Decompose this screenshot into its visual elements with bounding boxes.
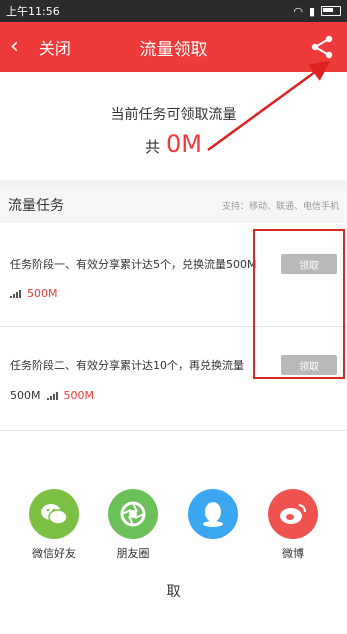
- share-qq[interactable]: [177, 489, 249, 545]
- qq-icon: [188, 489, 238, 539]
- reward-value: 500M: [27, 287, 58, 300]
- page-title: 流量领取: [139, 39, 208, 60]
- highlight-box: [253, 229, 345, 379]
- signal-icon: [10, 289, 21, 298]
- signal-icon: ▮: [308, 4, 315, 18]
- total-prefix: 共: [145, 138, 161, 156]
- status-bar: 上午11:56 ◠ ▮: [0, 0, 347, 22]
- share-weibo[interactable]: 微博: [257, 489, 329, 561]
- share-wechat-friend[interactable]: 微信好友: [18, 489, 90, 561]
- weibo-icon: [268, 489, 318, 539]
- wechat-icon: [29, 489, 79, 539]
- share-sheet: 微信好友 朋友圈 微博 取: [0, 431, 347, 634]
- task-reward: 500M: [10, 287, 58, 300]
- section-title: 流量任务: [8, 198, 64, 214]
- share-moments[interactable]: 朋友圈: [97, 489, 169, 561]
- status-icons: ◠ ▮: [293, 5, 341, 18]
- task-reward: 500M 500M: [10, 389, 94, 402]
- carrier-support-note: 支持：移动、联通、电信手机: [221, 201, 339, 212]
- wifi-icon: ◠: [293, 4, 303, 18]
- cancel-button[interactable]: 取: [0, 581, 347, 601]
- task-description: 任务阶段一、有效分享累计达5个，兑换流量500M: [10, 258, 257, 271]
- flow-summary: 当前任务可领取流量 共 0M: [0, 72, 347, 180]
- task-description: 任务阶段二、有效分享累计达10个，再兑换流量: [10, 359, 244, 372]
- summary-text: 当前任务可领取流量: [110, 107, 237, 123]
- moments-icon: [108, 489, 158, 539]
- share-icon[interactable]: [309, 34, 335, 60]
- share-label: 朋友圈: [116, 547, 150, 560]
- signal-icon: [46, 391, 58, 400]
- battery-icon: [321, 6, 341, 16]
- reward-value: 500M: [63, 389, 95, 402]
- share-label: 微博: [282, 547, 304, 560]
- app-header: ‹ 关闭 流量领取: [0, 22, 347, 72]
- share-label: 微信好友: [32, 547, 76, 560]
- task-section-header: 流量任务 支持：移动、联通、电信手机: [0, 187, 347, 223]
- status-time: 上午11:56: [6, 5, 60, 18]
- reward-prefix: 500M: [10, 389, 41, 402]
- summary-total: 共 0M: [0, 130, 347, 158]
- total-amount: 0M: [166, 130, 202, 158]
